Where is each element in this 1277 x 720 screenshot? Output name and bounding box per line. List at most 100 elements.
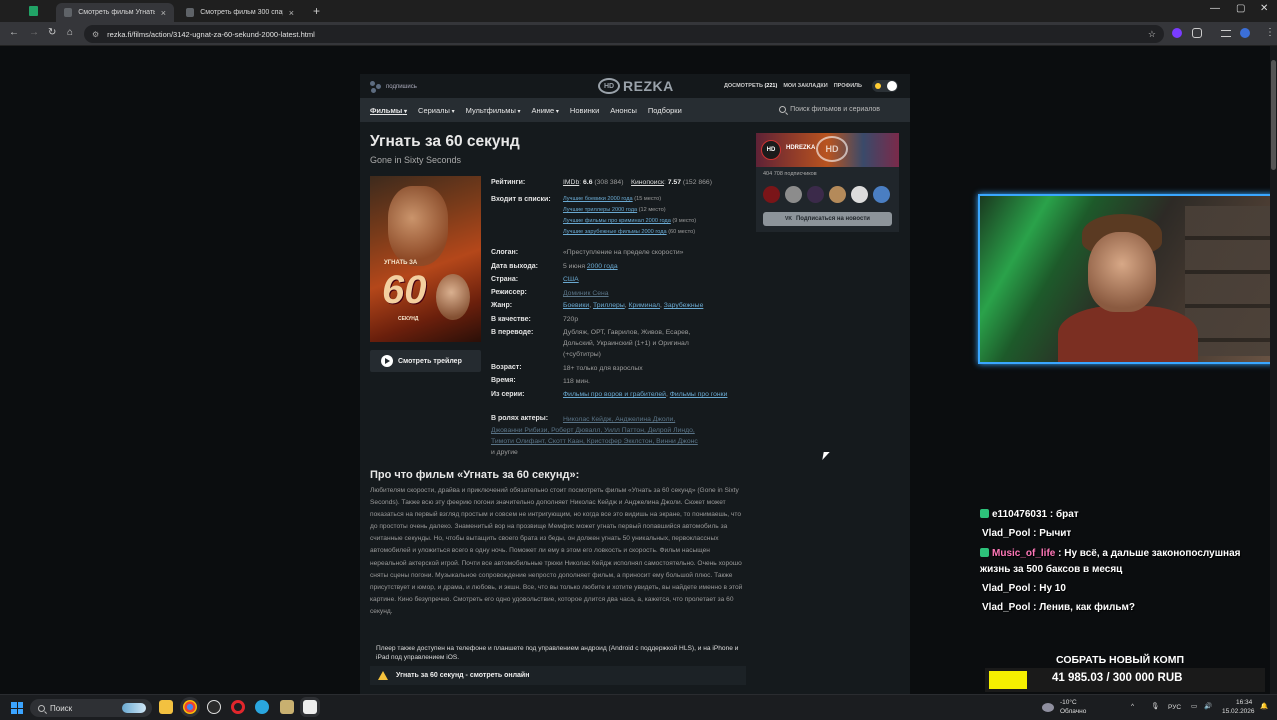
bookmarks-link[interactable]: МОИ ЗАКЛАДКИ xyxy=(783,83,827,89)
maximize-button[interactable]: ▢ xyxy=(1236,3,1245,14)
back-icon[interactable]: ← xyxy=(9,27,19,38)
page-scrollbar[interactable] xyxy=(1270,46,1277,694)
cam-face xyxy=(1088,232,1156,312)
rezka-page: подпишись HD REZKA ДОСМОТРЕТЬ (221) МОИ … xyxy=(360,74,910,694)
notification-icon[interactable]: 🔔 xyxy=(1260,702,1268,710)
url-text: rezka.fi/films/action/3142-ugnat-za-60-s… xyxy=(107,29,315,39)
sheets-app-icon[interactable] xyxy=(29,6,38,16)
tab-active[interactable]: Смотреть фильм Угнать за 60 с × xyxy=(56,3,174,22)
director-label: Режиссер: xyxy=(491,289,527,296)
subscribe-news-button[interactable]: VK Подписаться на новости xyxy=(763,212,892,226)
clock-date[interactable]: 15.02.2026 xyxy=(1222,708,1255,715)
extension-icon[interactable] xyxy=(1172,28,1182,38)
watch-later-link[interactable]: ДОСМОТРЕТЬ (221) xyxy=(724,83,777,89)
chat-badge-icon xyxy=(980,548,989,557)
search-placeholder: Поиск фильмов и сериалов xyxy=(790,106,880,113)
forward-icon[interactable]: → xyxy=(29,27,39,38)
weather-icon xyxy=(1042,703,1054,712)
nav-collections[interactable]: Подборки xyxy=(648,106,682,115)
theme-toggle[interactable] xyxy=(872,80,898,92)
minimize-button[interactable]: — xyxy=(1210,3,1220,14)
url-input[interactable]: ⚙ rezka.fi/films/action/3142-ugnat-za-60… xyxy=(84,25,1164,43)
sun-icon xyxy=(875,83,881,89)
tray-chevron-icon[interactable]: ^ xyxy=(1131,703,1134,710)
scrollbar-thumb[interactable] xyxy=(1271,60,1276,170)
tab-close-icon[interactable]: × xyxy=(289,8,294,18)
site-search[interactable]: Поиск фильмов и сериалов xyxy=(779,106,880,113)
nav-anime[interactable]: Аниме xyxy=(532,106,559,115)
volume-icon[interactable]: 🔊 xyxy=(1204,702,1212,710)
profile-avatar-icon[interactable] xyxy=(1240,28,1250,38)
watch-online-bar[interactable]: Угнать за 60 секунд - смотреть онлайн xyxy=(370,666,746,685)
language-indicator[interactable]: РУС xyxy=(1168,704,1181,711)
opera-icon[interactable] xyxy=(231,700,245,714)
nav-new[interactable]: Новинки xyxy=(570,106,599,115)
browser-taskbar-icon[interactable] xyxy=(183,700,197,714)
nav-cartoons[interactable]: Мультфильмы xyxy=(466,106,521,115)
clock-time[interactable]: 16:34 xyxy=(1236,699,1252,706)
logo-text: REZKA xyxy=(623,78,674,94)
film-poster[interactable]: УГНАТЬ ЗА 60 СЕКУНД xyxy=(370,176,481,342)
player-note: Плеер также доступен на телефоне и планш… xyxy=(376,645,739,661)
site-logo[interactable]: HD REZKA xyxy=(598,78,674,94)
subscribe-text: подпишись xyxy=(386,84,417,90)
windows-start-icon[interactable] xyxy=(11,702,23,714)
header-links: ДОСМОТРЕТЬ (221) МОИ ЗАКЛАДКИ ПРОФИЛЬ xyxy=(724,83,862,89)
chat-message: e110476031 : брат xyxy=(980,507,1079,523)
nav-announces[interactable]: Анонсы xyxy=(610,106,637,115)
tab-close-icon[interactable]: × xyxy=(161,8,166,18)
taskbar-search[interactable]: Поиск xyxy=(30,699,152,717)
tab-favicon-icon xyxy=(186,8,195,17)
nav-films[interactable]: Фильмы xyxy=(370,106,407,115)
lists-value: Лучшие боевики 2000 года (15 место) Лучш… xyxy=(563,194,753,238)
obs-app-icon[interactable] xyxy=(303,700,317,714)
translation-value: Дубляж, ОРТ, Гаврилов, Живов, Есарев, До… xyxy=(563,329,691,358)
extensions-puzzle-icon[interactable] xyxy=(1192,28,1202,38)
new-tab-button[interactable]: + xyxy=(313,4,320,18)
cam-shelf xyxy=(1185,206,1273,356)
subscribe-news-label: Подписаться на новости xyxy=(795,216,870,222)
nav-series[interactable]: Сериалы xyxy=(418,106,455,115)
home-icon[interactable]: ⌂ xyxy=(67,27,73,38)
actors-more: и другие xyxy=(491,449,518,456)
subscribe-link[interactable]: подпишись xyxy=(370,81,417,93)
music-app-icon[interactable] xyxy=(207,700,221,714)
game-app-icon[interactable] xyxy=(280,700,294,714)
browser-tab-bar: Смотреть фильм Угнать за 60 с × Смотреть… xyxy=(0,0,1277,22)
browser-menu-icon[interactable]: ⋮ xyxy=(1265,27,1275,38)
slogan-label: Слоган: xyxy=(491,249,519,256)
telegram-banner[interactable]: HD HDREZKA HD xyxy=(756,133,899,167)
file-explorer-icon[interactable] xyxy=(159,700,173,714)
telegram-icon[interactable] xyxy=(255,700,269,714)
time-value: 118 мин. xyxy=(563,378,590,385)
imdb-link[interactable]: IMDb xyxy=(563,179,579,186)
reload-icon[interactable]: ↻ xyxy=(48,27,56,38)
network-icon[interactable]: ▭ xyxy=(1191,702,1197,710)
genre-value: Боевики, Триллеры, Криминал, Зарубежные xyxy=(563,302,704,309)
actors-line-1: Николас Кейдж, Анджелина Джоли, xyxy=(563,416,676,423)
site-info-icon[interactable]: ⚙ xyxy=(92,30,99,39)
goal-value: 41 985.03 / 300 000 RUB xyxy=(1052,672,1183,684)
kinopoisk-link[interactable]: Кинопоиск xyxy=(631,179,664,186)
age-value: 18+ только для взрослых xyxy=(563,365,643,372)
taskbar: Поиск -10°C Облачно ^ 🎙 РУС ▭ 🔊 16:34 15… xyxy=(0,694,1277,720)
quality-value: 720p xyxy=(563,316,579,323)
mic-icon[interactable]: 🎙 xyxy=(1151,702,1159,710)
goal-progress-bar: 41 985.03 / 300 000 RUB xyxy=(985,668,1265,692)
trailer-button[interactable]: Смотреть трейлер xyxy=(370,350,481,372)
reading-list-icon[interactable] xyxy=(1221,30,1231,37)
time-label: Время: xyxy=(491,377,516,384)
about-title: Про что фильм «Угнать за 60 секунд»: xyxy=(370,469,580,481)
lists-label: Входит в списки: xyxy=(491,196,551,203)
site-header: подпишись HD REZKA ДОСМОТРЕТЬ (221) МОИ … xyxy=(360,74,910,98)
profile-link[interactable]: ПРОФИЛЬ xyxy=(834,83,862,89)
list-item: Лучшие триллеры 2000 года (12 место) xyxy=(563,207,666,213)
goal-title: СОБРАТЬ НОВЫЙ КОМП xyxy=(1056,654,1184,666)
site-nav: Фильмы Сериалы Мультфильмы Аниме Новинки… xyxy=(360,98,910,122)
director-value: Доминик Сена xyxy=(563,290,609,297)
poster-title-top: УГНАТЬ ЗА xyxy=(384,260,418,266)
poster-face xyxy=(388,186,448,266)
bookmark-star-icon[interactable]: ☆ xyxy=(1148,29,1156,40)
close-window-button[interactable]: ✕ xyxy=(1260,3,1268,14)
tab-inactive[interactable]: Смотреть фильм 300 спартанц × xyxy=(178,3,302,22)
